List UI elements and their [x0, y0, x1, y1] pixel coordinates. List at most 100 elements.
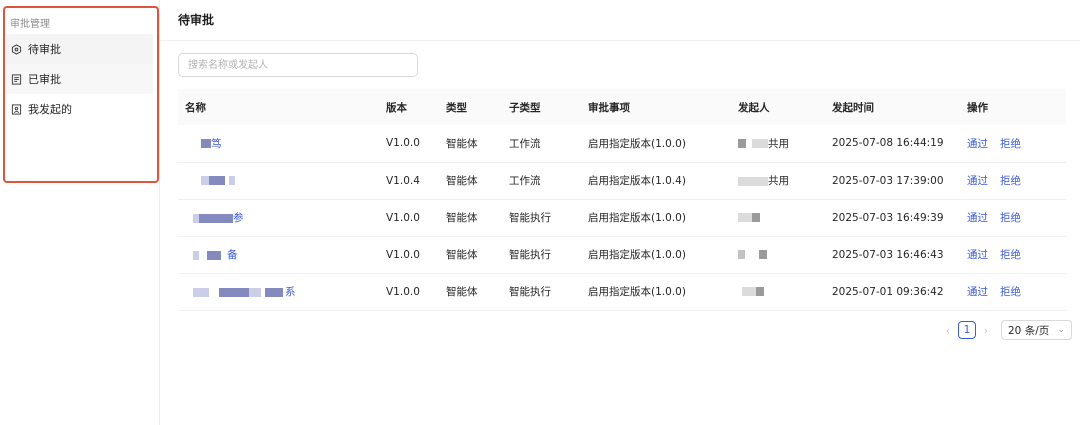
page-number[interactable]: 1 — [958, 321, 976, 339]
item-cell: 启用指定版本(1.0.0) — [581, 199, 731, 237]
item-name-link[interactable]: 备 — [227, 249, 238, 261]
redacted-text — [193, 287, 209, 297]
approve-link[interactable]: 通过 — [967, 286, 988, 298]
subtype-cell: 智能执行 — [502, 199, 581, 237]
time-cell: 2025-07-08 16:44:19 — [825, 125, 960, 163]
file-user-icon — [11, 103, 22, 115]
reject-link[interactable]: 拒绝 — [1000, 175, 1021, 187]
reject-link[interactable]: 拒绝 — [1000, 212, 1021, 224]
actions-cell: 通过 拒绝 — [960, 273, 1066, 311]
column-header-type: 类型 — [439, 89, 502, 125]
chevron-down-icon: ⌄ — [1057, 325, 1065, 335]
reject-link[interactable]: 拒绝 — [1000, 138, 1021, 150]
pagination: ‹ 1 › 20 条/页 ⌄ — [941, 320, 1072, 340]
redacted-text — [201, 176, 209, 185]
type-cell: 智能体 — [439, 125, 502, 163]
column-header-actions: 操作 — [960, 89, 1066, 125]
redacted-text — [756, 287, 764, 296]
table-row: 参 V1.0.0 智能体 智能执行 启用指定版本(1.0.0) 2025-07-… — [178, 199, 1066, 237]
redacted-text — [738, 213, 752, 222]
column-header-name: 名称 — [178, 89, 379, 125]
redacted-text — [738, 250, 745, 259]
redacted-text — [249, 287, 261, 297]
redacted-text — [207, 250, 221, 260]
sidebar-item-approved[interactable]: 已审批 — [6, 64, 153, 94]
approve-link[interactable]: 通过 — [967, 138, 988, 150]
pending-icon — [11, 43, 22, 55]
search-input[interactable] — [178, 53, 418, 77]
initiator-cell: 共用 — [731, 162, 825, 200]
initiator-cell — [731, 199, 825, 237]
page-title: 待审批 — [178, 13, 215, 27]
time-cell: 2025-07-03 17:39:00 — [825, 162, 960, 200]
column-header-initiator: 发起人 — [731, 89, 825, 125]
redacted-text — [752, 139, 768, 149]
table-row: 笃 V1.0.0 智能体 工作流 启用指定版本(1.0.0) 共用 2025-0… — [178, 125, 1066, 163]
column-header-item: 审批事项 — [581, 89, 731, 125]
type-cell: 智能体 — [439, 162, 502, 200]
subtype-cell: 工作流 — [502, 162, 581, 200]
name-cell[interactable]: 系 — [178, 273, 379, 311]
approve-link[interactable]: 通过 — [967, 249, 988, 261]
sidebar-item-label: 已审批 — [28, 73, 61, 86]
table-row: 备 V1.0.0 智能体 智能执行 启用指定版本(1.0.0) 2025-07-… — [178, 236, 1066, 274]
actions-cell: 通过 拒绝 — [960, 236, 1066, 274]
approval-table: 名称 版本 类型 子类型 审批事项 发起人 发起时间 操作 笃 V1.0.0 智… — [178, 89, 1066, 311]
subtype-cell: 智能执行 — [502, 273, 581, 311]
column-header-time: 发起时间 — [825, 89, 960, 125]
redacted-text — [193, 250, 199, 260]
divider — [160, 40, 1080, 41]
name-cell[interactable]: 参 — [178, 199, 379, 237]
initiator-cell: 共用 — [731, 125, 825, 163]
initiator-text: 共用 — [768, 137, 789, 150]
redacted-text — [229, 176, 235, 185]
table-header: 名称 版本 类型 子类型 审批事项 发起人 发起时间 操作 — [178, 89, 1066, 125]
name-cell[interactable]: 笃 — [178, 125, 379, 163]
name-cell[interactable]: 备 — [178, 236, 379, 274]
column-header-version: 版本 — [379, 89, 439, 125]
item-name-link[interactable]: 系 — [285, 286, 296, 298]
item-name-link[interactable]: 笃 — [211, 138, 222, 150]
table-row: 系 V1.0.0 智能体 智能执行 启用指定版本(1.0.0) 2025-07-… — [178, 273, 1066, 311]
sidebar-item-label: 待审批 — [28, 43, 61, 56]
reject-link[interactable]: 拒绝 — [1000, 249, 1021, 261]
column-header-subtype: 子类型 — [502, 89, 581, 125]
version-cell: V1.0.4 — [379, 162, 439, 200]
time-cell: 2025-07-03 16:46:43 — [825, 236, 960, 274]
sidebar-item-pending[interactable]: 待审批 — [6, 34, 153, 64]
initiator-cell — [731, 273, 825, 311]
approve-link[interactable]: 通过 — [967, 175, 988, 187]
type-cell: 智能体 — [439, 273, 502, 311]
subtype-cell: 智能执行 — [502, 236, 581, 274]
sidebar-item-label: 我发起的 — [28, 103, 72, 116]
redacted-text — [219, 287, 249, 297]
redacted-text — [199, 213, 233, 223]
next-page-icon[interactable]: › — [979, 324, 993, 337]
item-cell: 启用指定版本(1.0.0) — [581, 236, 731, 274]
item-cell: 启用指定版本(1.0.0) — [581, 273, 731, 311]
version-cell: V1.0.0 — [379, 125, 439, 163]
version-cell: V1.0.0 — [379, 236, 439, 274]
page-size-select[interactable]: 20 条/页 ⌄ — [1001, 320, 1072, 340]
redacted-text — [738, 176, 768, 186]
item-cell: 启用指定版本(1.0.4) — [581, 162, 731, 200]
sidebar-group-title: 审批管理 — [10, 19, 50, 30]
redacted-text — [201, 139, 211, 149]
redacted-text — [752, 213, 760, 222]
initiator-text: 共用 — [768, 175, 789, 187]
version-cell: V1.0.0 — [379, 273, 439, 311]
name-cell[interactable] — [178, 162, 379, 200]
type-cell: 智能体 — [439, 199, 502, 237]
approve-link[interactable]: 通过 — [967, 212, 988, 224]
time-cell: 2025-07-03 16:49:39 — [825, 199, 960, 237]
redacted-text — [209, 176, 225, 185]
sidebar-item-initiated[interactable]: 我发起的 — [6, 94, 153, 124]
item-name-link[interactable]: 参 — [233, 212, 244, 224]
time-cell: 2025-07-01 09:36:42 — [825, 273, 960, 311]
prev-page-icon[interactable]: ‹ — [941, 324, 955, 337]
redacted-text — [738, 139, 746, 149]
item-cell: 启用指定版本(1.0.0) — [581, 125, 731, 163]
reject-link[interactable]: 拒绝 — [1000, 286, 1021, 298]
redacted-text — [759, 250, 767, 259]
version-cell: V1.0.0 — [379, 199, 439, 237]
